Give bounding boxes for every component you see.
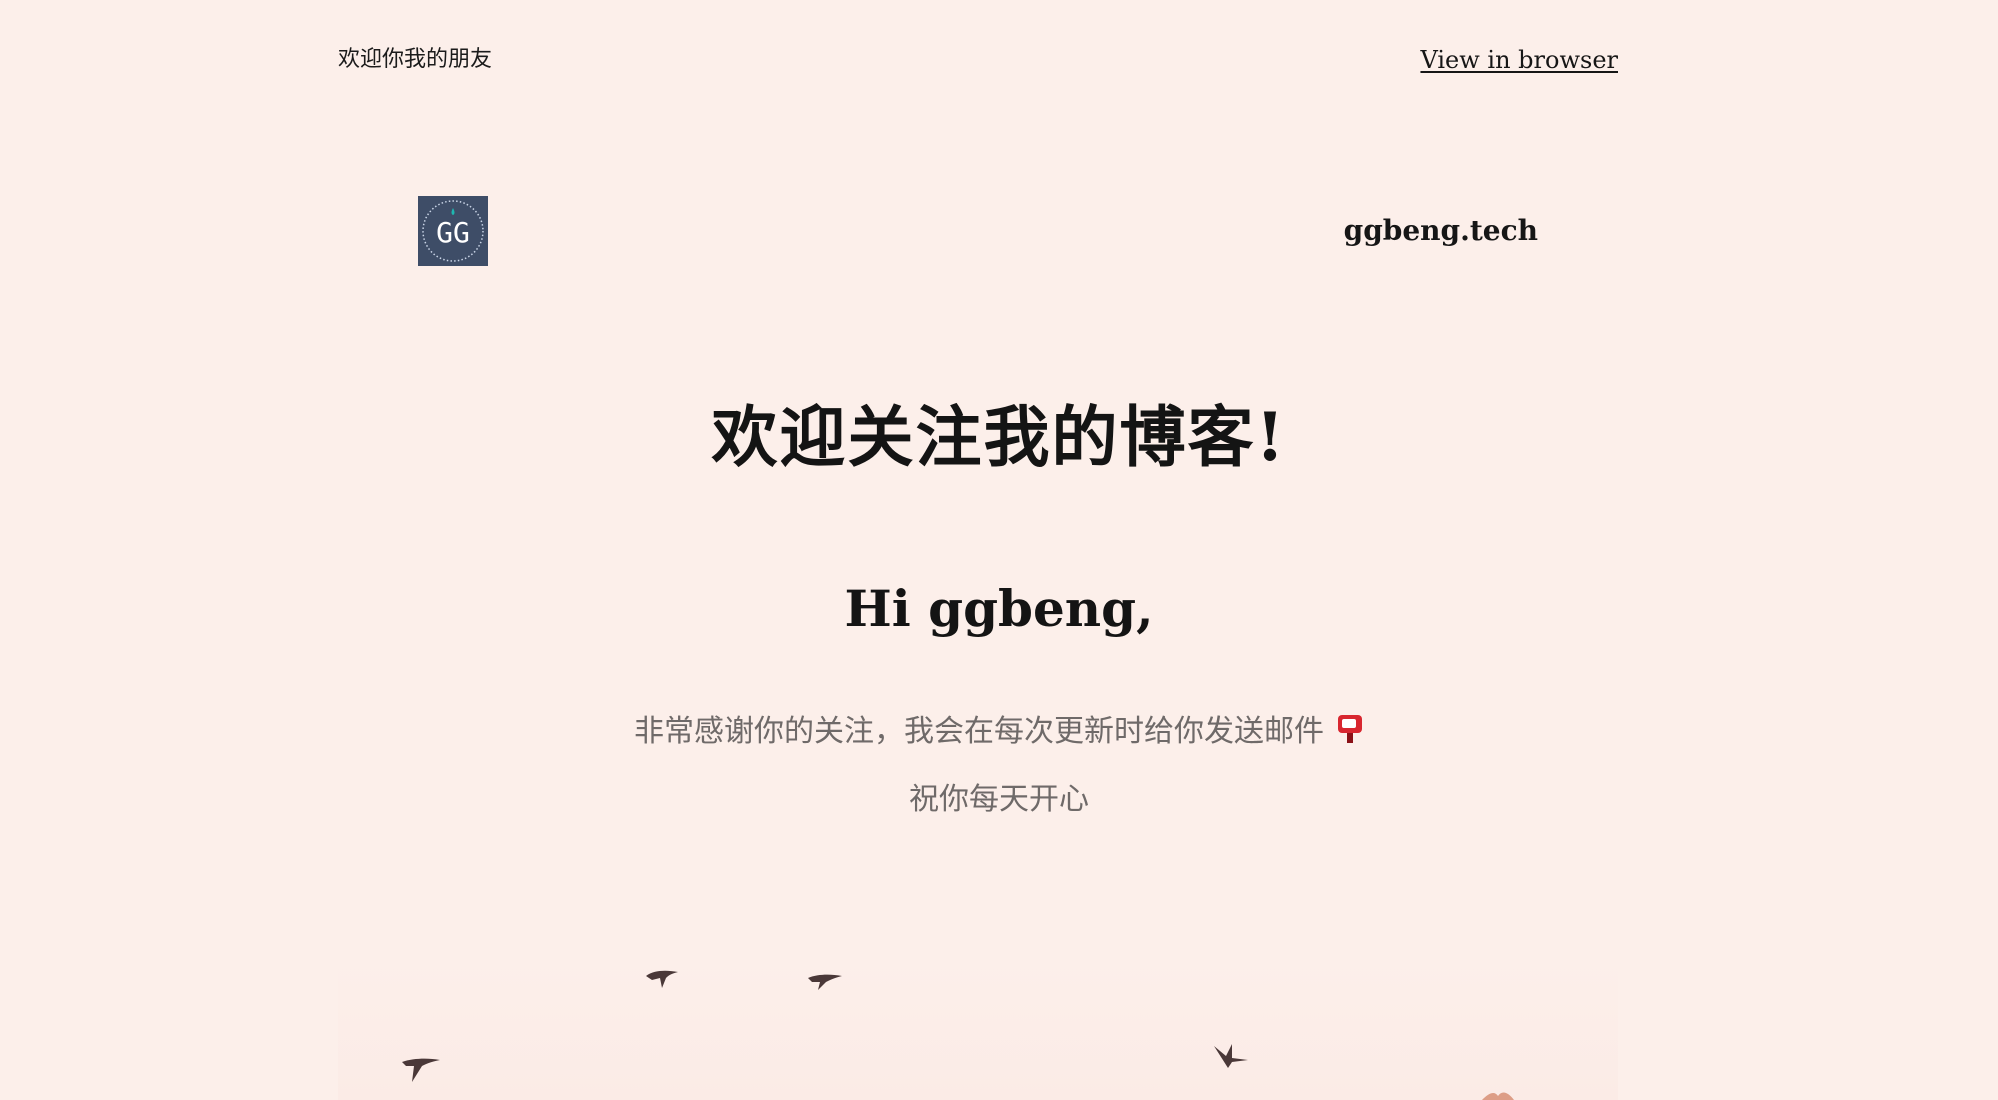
- bird-icon: [402, 1058, 440, 1082]
- logo-text: GG: [436, 216, 470, 249]
- mailbox-icon: [1336, 713, 1364, 758]
- gg-logo-graphic: GG: [418, 196, 488, 266]
- site-name[interactable]: ggbeng.tech: [1344, 214, 1538, 248]
- body-line-1: 非常感谢你的关注，我会在每次更新时给你发送邮件: [0, 710, 1998, 758]
- bird-icon: [646, 970, 678, 988]
- greeting: Hi ggbeng,: [844, 579, 1154, 638]
- view-in-browser-link[interactable]: View in browser: [1420, 44, 1618, 76]
- page-title: 欢迎关注我的博客!: [711, 398, 1287, 476]
- bird-icon: [808, 974, 842, 990]
- bird-icon: [1214, 1044, 1248, 1068]
- preheader: 欢迎你我的朋友 View in browser: [338, 44, 1618, 76]
- site-header: GG ggbeng.tech: [418, 196, 1538, 266]
- preheader-text: 欢迎你我的朋友: [338, 47, 493, 72]
- body-line-2: 祝你每天开心: [909, 782, 1089, 817]
- birds-flying-image: [338, 960, 1618, 1100]
- bird-icon: [1482, 1092, 1514, 1100]
- gg-logo-icon[interactable]: GG: [418, 196, 488, 266]
- body-line-1-text: 非常感谢你的关注，我会在每次更新时给你发送邮件: [634, 714, 1324, 749]
